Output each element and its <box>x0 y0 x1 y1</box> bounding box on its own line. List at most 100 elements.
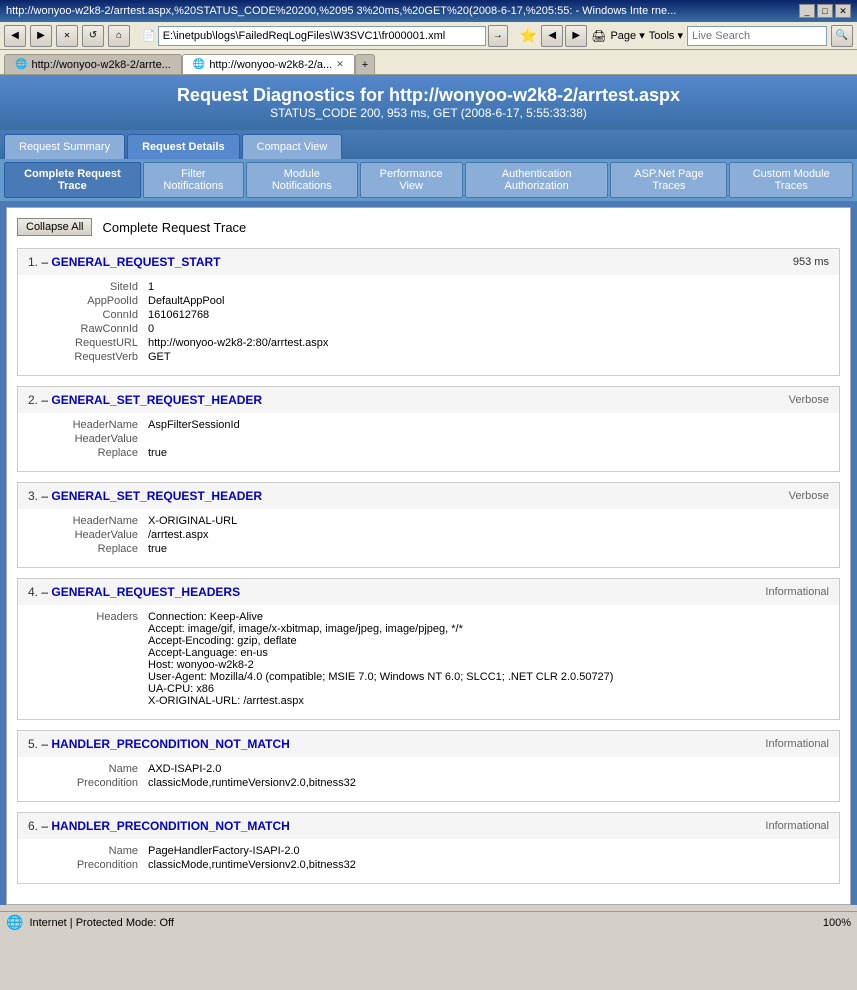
trace-item-2-badge: Verbose <box>789 394 829 406</box>
trace-row: RawConnId 0 <box>28 323 829 335</box>
trace-item-6-title: 6. – HANDLER_PRECONDITION_NOT_MATCH <box>28 819 290 833</box>
trace-row: HeaderValue /arrtest.aspx <box>28 529 829 541</box>
trace-item-3-title: 3. – GENERAL_SET_REQUEST_HEADER <box>28 489 262 503</box>
tab1-icon: 🌐 <box>15 59 27 70</box>
restore-button[interactable]: □ <box>817 4 833 18</box>
address-icon: 📄 <box>142 29 156 42</box>
status-bar: 🌐 Internet | Protected Mode: Off 100% <box>0 911 857 933</box>
trace-item-5-title: 5. – HANDLER_PRECONDITION_NOT_MATCH <box>28 737 290 751</box>
trace-row: Name PageHandlerFactory-ISAPI-2.0 <box>28 845 829 857</box>
subtab-custom-module-traces[interactable]: Custom Module Traces <box>729 162 853 198</box>
trace-item-3: 3. – GENERAL_SET_REQUEST_HEADER Verbose … <box>17 482 840 568</box>
trace-item-2-link[interactable]: GENERAL_SET_REQUEST_HEADER <box>51 393 262 407</box>
status-icon: 🌐 <box>6 914 23 931</box>
address-bar[interactable] <box>158 26 486 46</box>
trace-item-5-link[interactable]: HANDLER_PRECONDITION_NOT_MATCH <box>51 737 289 751</box>
page-header: Request Diagnostics for http://wonyoo-w2… <box>0 75 857 130</box>
trace-item-1-ms: 953 ms <box>793 256 829 268</box>
subtab-performance-view[interactable]: Performance View <box>360 162 463 198</box>
trace-item-6: 6. – HANDLER_PRECONDITION_NOT_MATCH Info… <box>17 812 840 884</box>
trace-item-5-badge: Informational <box>765 738 829 750</box>
browser-tabs: 🌐 http://wonyoo-w2k8-2/arrte... 🌐 http:/… <box>0 50 857 75</box>
trace-item-1-link[interactable]: GENERAL_REQUEST_START <box>51 255 220 269</box>
subtab-auth-authorization[interactable]: Authentication Authorization <box>465 162 609 198</box>
tab-request-summary[interactable]: Request Summary <box>4 134 125 159</box>
search-button[interactable]: 🔍 <box>831 25 853 47</box>
trace-row: AppPoolId DefaultAppPool <box>28 295 829 307</box>
home-button[interactable]: ⌂ <box>108 25 130 47</box>
tools-dropdown[interactable]: Tools ▾ <box>649 29 683 42</box>
trace-item-2-header: 2. – GENERAL_SET_REQUEST_HEADER Verbose <box>18 387 839 413</box>
trace-row: Name AXD-ISAPI-2.0 <box>28 763 829 775</box>
sub-tabs: Complete Request Trace Filter Notificati… <box>0 159 857 201</box>
main-tabs: Request Summary Request Details Compact … <box>0 130 857 159</box>
subtab-module-notifications[interactable]: Module Notifications <box>246 162 357 198</box>
trace-item-1-body: SiteId 1 AppPoolId DefaultAppPool ConnId… <box>18 275 839 375</box>
status-text: Internet | Protected Mode: Off <box>29 917 174 929</box>
browser-tab-2[interactable]: 🌐 http://wonyoo-w2k8-2/a... ✕ <box>182 54 355 74</box>
tab2-label: http://wonyoo-w2k8-2/a... <box>209 59 332 71</box>
browser-tab-1[interactable]: 🌐 http://wonyoo-w2k8-2/arrte... <box>4 54 182 74</box>
trace-item-2-title: 2. – GENERAL_SET_REQUEST_HEADER <box>28 393 262 407</box>
browser-toolbar: ◀ ▶ ✕ ↺ ⌂ 📄 → ⭐ ◀ ▶ 🖨 Page ▾ Tools ▾ 🔍 <box>0 22 857 50</box>
forward-button[interactable]: ▶ <box>30 25 52 47</box>
content-area: Collapse All Complete Request Trace 1. –… <box>6 207 851 905</box>
prev-page-button[interactable]: ◀ <box>541 25 563 47</box>
refresh-button[interactable]: ↺ <box>82 25 104 47</box>
trace-item-6-body: Name PageHandlerFactory-ISAPI-2.0 Precon… <box>18 839 839 883</box>
tab2-icon: 🌐 <box>193 59 205 70</box>
titlebar-text: http://wonyoo-w2k8-2/arrtest.aspx,%20STA… <box>6 5 676 17</box>
trace-row: ConnId 1610612768 <box>28 309 829 321</box>
tab2-close[interactable]: ✕ <box>336 59 344 70</box>
trace-row: HeaderValue <box>28 433 829 445</box>
trace-item-4: 4. – GENERAL_REQUEST_HEADERS Information… <box>17 578 840 720</box>
stop-button[interactable]: ✕ <box>56 25 78 47</box>
page-subtitle: STATUS_CODE 200, 953 ms, GET (2008-6-17,… <box>10 106 847 120</box>
page-title: Request Diagnostics for http://wonyoo-w2… <box>10 85 847 106</box>
trace-item-4-link[interactable]: GENERAL_REQUEST_HEADERS <box>51 585 240 599</box>
trace-item-6-link[interactable]: HANDLER_PRECONDITION_NOT_MATCH <box>51 819 289 833</box>
next-page-button[interactable]: ▶ <box>565 25 587 47</box>
section-title: Complete Request Trace <box>102 220 246 235</box>
trace-item-4-badge: Informational <box>765 586 829 598</box>
trace-item-3-header: 3. – GENERAL_SET_REQUEST_HEADER Verbose <box>18 483 839 509</box>
address-go-button[interactable]: → <box>488 25 508 47</box>
new-tab-button[interactable]: + <box>355 54 375 74</box>
trace-item-1: 1. – GENERAL_REQUEST_START 953 ms SiteId… <box>17 248 840 376</box>
trace-row: HeaderName AspFilterSessionId <box>28 419 829 431</box>
trace-row: Precondition classicMode,runtimeVersionv… <box>28 777 829 789</box>
trace-row: Precondition classicMode,runtimeVersionv… <box>28 859 829 871</box>
trace-item-6-header: 6. – HANDLER_PRECONDITION_NOT_MATCH Info… <box>18 813 839 839</box>
page-dropdown[interactable]: Page ▾ <box>610 29 644 42</box>
subtab-aspnet-page-traces[interactable]: ASP.Net Page Traces <box>610 162 727 198</box>
minimize-button[interactable]: _ <box>799 4 815 18</box>
close-button[interactable]: ✕ <box>835 4 851 18</box>
page-title-link[interactable]: http://wonyoo-w2k8-2/arrtest.aspx <box>389 85 680 105</box>
trace-item-3-body: HeaderName X-ORIGINAL-URL HeaderValue /a… <box>18 509 839 567</box>
search-input[interactable] <box>687 26 827 46</box>
trace-item-2: 2. – GENERAL_SET_REQUEST_HEADER Verbose … <box>17 386 840 472</box>
trace-item-4-body: Headers Connection: Keep-Alive Accept: i… <box>18 605 839 719</box>
tab-compact-view[interactable]: Compact View <box>242 134 343 159</box>
trace-row: RequestVerb GET <box>28 351 829 363</box>
trace-item-6-badge: Informational <box>765 820 829 832</box>
trace-row: RequestURL http://wonyoo-w2k8-2:80/arrte… <box>28 337 829 349</box>
collapse-all-button[interactable]: Collapse All <box>17 218 92 236</box>
titlebar-buttons[interactable]: _ □ ✕ <box>799 4 851 18</box>
trace-item-3-badge: Verbose <box>789 490 829 502</box>
section-header: Collapse All Complete Request Trace <box>17 218 840 236</box>
subtab-filter-notifications[interactable]: Filter Notifications <box>143 162 244 198</box>
trace-item-5-body: Name AXD-ISAPI-2.0 Precondition classicM… <box>18 757 839 801</box>
tab-request-details[interactable]: Request Details <box>127 134 240 159</box>
back-button[interactable]: ◀ <box>4 25 26 47</box>
trace-row: Replace true <box>28 447 829 459</box>
trace-item-5: 5. – HANDLER_PRECONDITION_NOT_MATCH Info… <box>17 730 840 802</box>
trace-item-2-body: HeaderName AspFilterSessionId HeaderValu… <box>18 413 839 471</box>
subtab-complete-request-trace[interactable]: Complete Request Trace <box>4 162 141 198</box>
trace-row: Replace true <box>28 543 829 555</box>
zoom-level: 100% <box>823 917 851 929</box>
status-bar-right: 100% <box>823 917 851 929</box>
trace-item-3-link[interactable]: GENERAL_SET_REQUEST_HEADER <box>51 489 262 503</box>
tab1-label: http://wonyoo-w2k8-2/arrte... <box>31 59 170 71</box>
trace-item-1-header: 1. – GENERAL_REQUEST_START 953 ms <box>18 249 839 275</box>
